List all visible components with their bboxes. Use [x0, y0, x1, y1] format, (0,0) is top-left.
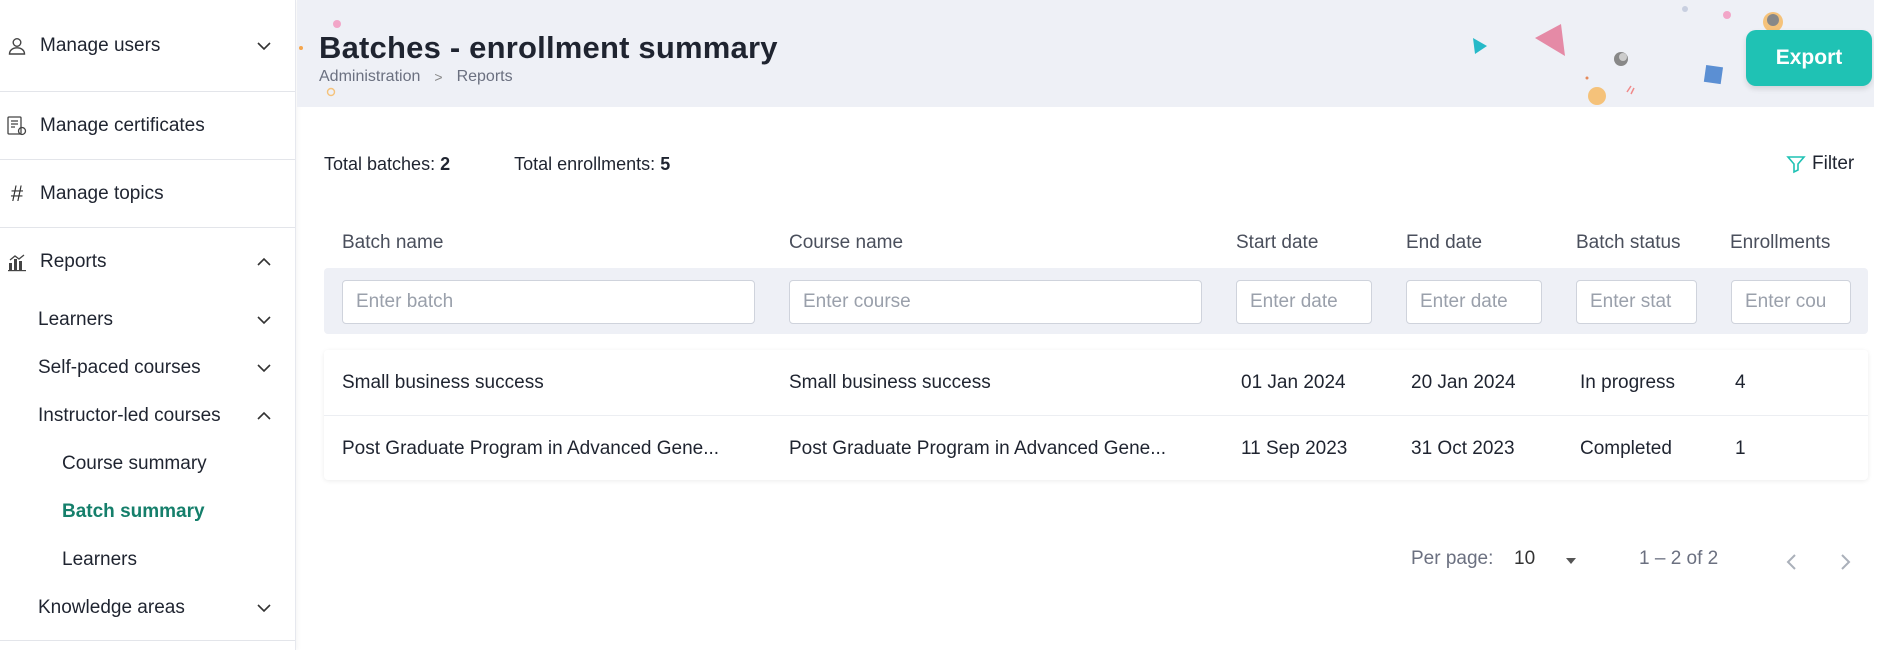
batch-filter-input[interactable] — [342, 280, 755, 324]
sidebar-item-label: Knowledge areas — [38, 597, 185, 618]
end-date-filter-input[interactable] — [1406, 280, 1542, 324]
breadcrumb-item-administration[interactable]: Administration — [319, 68, 420, 86]
breadcrumb: Administration > Reports — [319, 68, 513, 86]
hash-icon: # — [10, 180, 24, 206]
page-title: Batches - enrollment summary — [319, 30, 778, 65]
enrollments-filter-input[interactable] — [1731, 280, 1851, 324]
sidebar-item-label: Course summary — [62, 453, 207, 474]
table-row[interactable]: Post Graduate Program in Advanced Gene..… — [324, 415, 1868, 480]
sidebar-item-manage-users[interactable]: Manage users — [0, 0, 295, 92]
breadcrumb-item-reports[interactable]: Reports — [457, 68, 513, 86]
cell-end-date: 31 Oct 2023 — [1411, 438, 1515, 459]
page-header: Batches - enrollment summary Administrat… — [297, 0, 1874, 107]
sidebar-item-label: Learners — [62, 549, 137, 570]
cell-batch-name: Post Graduate Program in Advanced Gene..… — [342, 438, 720, 459]
cell-start-date: 01 Jan 2024 — [1241, 372, 1346, 393]
per-page-select[interactable]: 10 — [1514, 548, 1535, 570]
cell-course-name: Post Graduate Program in Advanced Gene..… — [789, 438, 1167, 459]
chevron-down-icon[interactable] — [255, 599, 273, 617]
total-enrollments-value: 5 — [660, 154, 671, 174]
sidebar-item-label: Reports — [40, 251, 107, 272]
page-range: 1 – 2 of 2 — [1639, 548, 1719, 569]
cell-enrollments: 4 — [1735, 372, 1746, 393]
chevron-right-icon: > — [434, 69, 443, 85]
sidebar-item-label: Learners — [38, 309, 113, 330]
column-header-batch-name[interactable]: Batch name — [342, 232, 443, 254]
sidebar-item-label: Self-paced courses — [38, 357, 201, 378]
cell-course-name: Small business success — [789, 372, 991, 393]
chevron-right-icon — [1841, 554, 1851, 570]
sidebar-item-label: Batch summary — [62, 501, 205, 522]
column-header-enrollments[interactable]: Enrollments — [1730, 232, 1830, 254]
filter-button[interactable]: Filter — [1786, 153, 1854, 175]
chevron-down-icon[interactable] — [255, 37, 273, 55]
filter-icon — [1786, 156, 1806, 174]
start-date-filter-input[interactable] — [1236, 280, 1372, 324]
bar-chart-icon — [6, 251, 28, 273]
sidebar-item-self-paced-courses[interactable]: Self-paced courses — [0, 344, 295, 392]
chevron-up-icon[interactable] — [255, 253, 273, 271]
next-page-button[interactable] — [1833, 548, 1857, 576]
sidebar: Manage users Manage certificates # Manag… — [0, 0, 296, 650]
total-batches: Total batches: 2 — [324, 154, 450, 175]
table-body: Small business success Small business su… — [324, 350, 1868, 480]
column-header-end-date[interactable]: End date — [1406, 232, 1482, 254]
sidebar-item-label: Instructor-led courses — [38, 405, 221, 426]
sidebar-item-manage-topics[interactable]: # Manage topics — [0, 160, 295, 228]
sidebar-item-label: Manage users — [40, 34, 161, 56]
cell-enrollments: 1 — [1735, 438, 1746, 459]
column-header-start-date[interactable]: Start date — [1236, 232, 1318, 254]
cell-start-date: 11 Sep 2023 — [1241, 438, 1348, 459]
table-row[interactable]: Small business success Small business su… — [324, 350, 1868, 415]
chevron-down-icon[interactable] — [255, 359, 273, 377]
cell-end-date: 20 Jan 2024 — [1411, 372, 1516, 393]
user-icon — [6, 35, 28, 57]
cell-batch-status: In progress — [1580, 372, 1676, 393]
sidebar-group-reports: Reports Learners Self-paced courses Inst… — [0, 228, 295, 641]
total-enrollments: Total enrollments: 5 — [514, 154, 670, 175]
total-batches-value: 2 — [440, 154, 451, 174]
status-filter-input[interactable] — [1576, 280, 1697, 324]
course-filter-input[interactable] — [789, 280, 1202, 324]
total-enrollments-label: Total enrollments: — [514, 154, 656, 174]
sidebar-item-learners[interactable]: Learners — [0, 296, 295, 344]
column-header-course-name[interactable]: Course name — [789, 232, 903, 254]
chevron-up-icon[interactable] — [255, 407, 273, 425]
sidebar-item-course-summary[interactable]: Course summary — [0, 440, 295, 488]
export-button[interactable]: Export — [1746, 30, 1872, 86]
sidebar-item-label: Manage topics — [40, 182, 164, 204]
sidebar-item-knowledge-areas[interactable]: Knowledge areas — [0, 584, 295, 632]
sidebar-item-instructor-led-courses[interactable]: Instructor-led courses — [0, 392, 295, 440]
sidebar-item-manage-certificates[interactable]: Manage certificates — [0, 92, 295, 160]
column-header-batch-status[interactable]: Batch status — [1576, 232, 1681, 254]
chevron-down-icon[interactable] — [255, 311, 273, 329]
previous-page-button[interactable] — [1780, 548, 1804, 576]
total-batches-label: Total batches: — [324, 154, 436, 174]
cell-batch-status: Completed — [1580, 438, 1672, 459]
cell-batch-name: Small business success — [342, 372, 544, 393]
summary-bar: Total batches: 2 Total enrollments: 5 — [324, 154, 734, 175]
filter-label: Filter — [1812, 153, 1855, 174]
certificate-icon — [6, 115, 28, 137]
sidebar-item-batch-summary[interactable]: Batch summary — [0, 488, 295, 536]
sidebar-item-il-learners[interactable]: Learners — [0, 536, 295, 584]
per-page-label: Per page: — [1411, 548, 1494, 569]
sidebar-item-label: Manage certificates — [40, 114, 205, 136]
caret-down-icon[interactable] — [1564, 554, 1578, 568]
sidebar-item-reports[interactable]: Reports — [0, 228, 295, 296]
chevron-left-icon — [1786, 554, 1796, 570]
